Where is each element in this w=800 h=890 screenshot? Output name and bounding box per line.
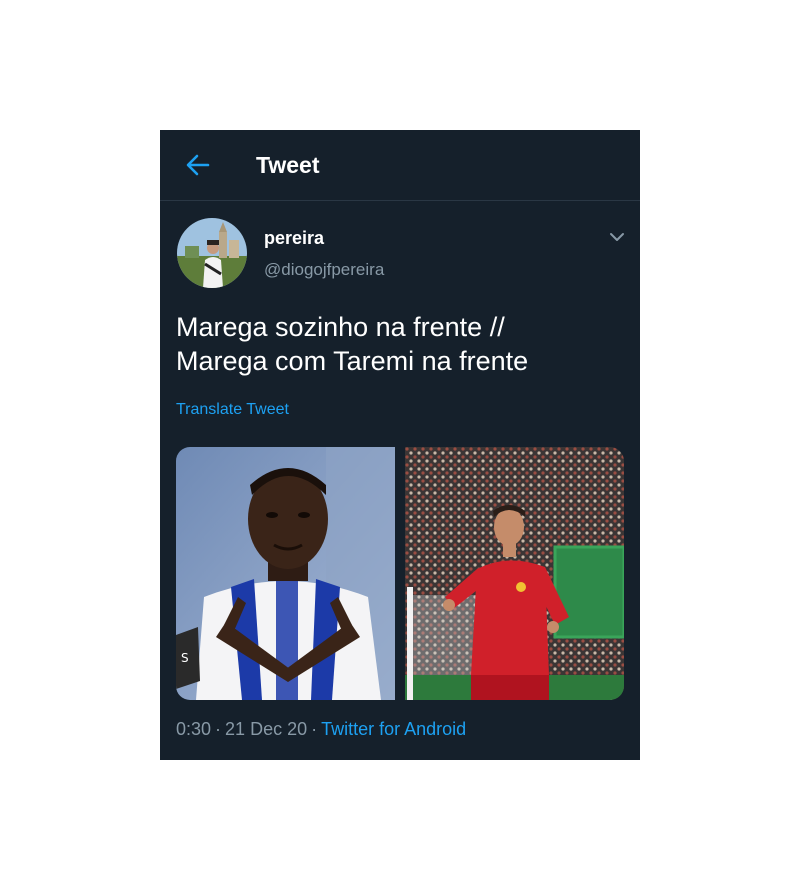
chevron-down-icon	[610, 233, 624, 241]
tweet-text: Marega sozinho na frente // Marega com T…	[176, 312, 529, 376]
meta-separator: ·	[311, 719, 318, 739]
avatar-photo	[177, 218, 247, 288]
translate-tweet-link[interactable]: Translate Tweet	[176, 401, 289, 419]
avatar[interactable]	[177, 218, 247, 288]
tweet-screen: Tweet pereira @diogojfpereira Marega soz…	[160, 130, 640, 760]
svg-text:S: S	[181, 651, 189, 665]
player-photo-red	[405, 447, 624, 700]
player-photo-blue-white: S	[176, 447, 395, 700]
tweet-date: 21 Dec 20	[225, 719, 308, 739]
page-title: Tweet	[256, 152, 320, 178]
tweet-meta: 0:30 · 21 Dec 20 · Twitter for Android	[176, 719, 466, 740]
arrow-left-icon	[186, 154, 210, 176]
meta-separator: ·	[215, 719, 222, 739]
top-bar: Tweet	[160, 130, 640, 201]
more-options-button[interactable]	[607, 227, 627, 247]
tweet-source-link[interactable]: Twitter for Android	[321, 719, 466, 739]
tweet-media: S	[176, 447, 624, 700]
media-photo-1[interactable]: S	[176, 447, 395, 700]
tweet-time: 0:30	[176, 719, 212, 739]
user-handle[interactable]: @diogojfpereira	[264, 260, 384, 280]
media-photo-2[interactable]	[405, 447, 624, 700]
back-button[interactable]	[184, 151, 212, 179]
display-name[interactable]: pereira	[264, 228, 324, 249]
